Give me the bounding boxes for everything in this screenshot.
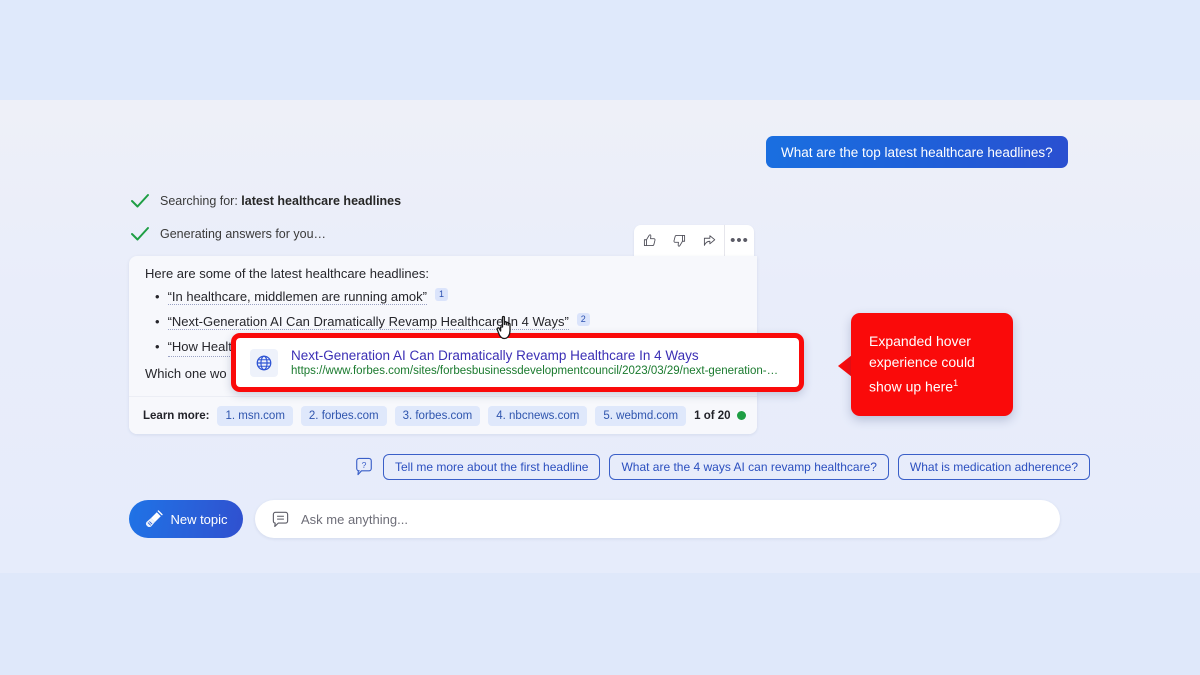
bullet-marker-icon: •	[155, 314, 160, 329]
callout-footnote: 1	[953, 378, 959, 389]
answer-bullet-wrap: “In healthcare, middlemen are running am…	[167, 287, 448, 306]
background-band-top	[0, 0, 1200, 100]
hand-cursor-icon	[496, 315, 511, 340]
suggestion-chip[interactable]: What is medication adherence?	[897, 454, 1090, 480]
more-dots-icon: •••	[730, 231, 749, 249]
answer-intro-text: Here are some of the latest healthcare h…	[145, 266, 430, 281]
chat-bubble-icon	[272, 511, 289, 527]
link-preview-url: https://www.forbes.com/sites/forbesbusin…	[291, 365, 779, 377]
learn-more-label: Learn more:	[143, 409, 210, 422]
link-preview-title[interactable]: Next-Generation AI Can Dramatically Reva…	[291, 348, 778, 363]
new-topic-label: New topic	[170, 511, 228, 527]
user-message-text: What are the top latest healthcare headl…	[781, 144, 1053, 160]
status-generating-text: Generating answers for you…	[160, 227, 327, 241]
bullet-marker-icon: •	[155, 289, 160, 304]
source-chip[interactable]: 4. nbcnews.com	[488, 405, 588, 426]
chat-screenshot: What are the top latest healthcare headl…	[0, 0, 1200, 675]
thumbs-up-icon	[643, 234, 655, 247]
thumbs-up-button[interactable]	[634, 225, 664, 256]
broom-icon	[146, 509, 164, 527]
answer-bullet: • “Next-Generation AI Can Dramatically R…	[155, 312, 741, 331]
more-options-button[interactable]: •••	[724, 225, 754, 256]
suggestion-chip[interactable]: Tell me more about the first headline	[383, 454, 601, 480]
thumbs-down-button[interactable]	[664, 225, 694, 256]
globe-icon	[250, 348, 278, 377]
page-counter: 1 of 20	[694, 409, 746, 422]
callout-tail	[838, 355, 852, 377]
status-generating: Generating answers for you…	[130, 226, 326, 242]
link-hover-preview[interactable]: Next-Generation AI Can Dramatically Reva…	[231, 333, 804, 392]
source-chip[interactable]: 5. webmd.com	[595, 405, 687, 426]
question-mark-icon[interactable]: ?	[354, 457, 374, 477]
source-chip[interactable]: 2. forbes.com	[300, 405, 387, 426]
status-searching-text: Searching for: latest healthcare headlin…	[160, 194, 401, 208]
citation-badge[interactable]: 2	[576, 313, 590, 326]
source-chip[interactable]: 3. forbes.com	[394, 405, 481, 426]
answer-headline-link[interactable]: “How Healt	[167, 337, 232, 357]
learn-more-bar: Learn more: 1. msn.com 2. forbes.com 3. …	[129, 396, 757, 434]
source-chip[interactable]: 1. msn.com	[217, 405, 293, 426]
citation-badge[interactable]: 1	[434, 288, 448, 301]
callout-line-3: show up here	[869, 378, 954, 395]
share-icon	[703, 235, 715, 246]
callout-line-2: experience could	[869, 354, 975, 371]
thumbs-down-icon	[673, 234, 685, 247]
ask-me-anything-input[interactable]	[301, 511, 1044, 527]
check-icon	[131, 194, 149, 208]
annotation-callout-text: Expanded hover experience could show up …	[869, 331, 975, 398]
answer-bullet: • “In healthcare, middlemen are running …	[155, 287, 741, 306]
callout-line-1: Expanded hover	[869, 333, 971, 350]
suggestion-chip-row: ? Tell me more about the first headline …	[354, 454, 1090, 480]
share-button[interactable]	[694, 225, 724, 256]
new-topic-button[interactable]: New topic	[129, 500, 243, 538]
annotation-callout: Expanded hover experience could show up …	[851, 313, 1013, 416]
status-searching: Searching for: latest healthcare headlin…	[130, 193, 401, 209]
answer-action-toolbar: •••	[634, 225, 754, 256]
status-search-prefix: Searching for:	[160, 194, 242, 208]
background-band-bottom	[0, 573, 1200, 675]
bullet-marker-icon: •	[155, 339, 160, 354]
svg-text:?: ?	[362, 460, 367, 470]
suggestion-chip[interactable]: What are the 4 ways AI can revamp health…	[609, 454, 889, 480]
answer-bullet-wrap: “Next-Generation AI Can Dramatically Rev…	[167, 312, 590, 331]
status-search-query: latest healthcare headlines	[241, 194, 402, 208]
globe-icon-glyph	[256, 355, 272, 370]
check-icon	[131, 227, 149, 241]
answer-headline-link[interactable]: “In healthcare, middlemen are running am…	[167, 289, 427, 305]
link-preview-texts: Next-Generation AI Can Dramatically Reva…	[291, 348, 778, 377]
user-message-bubble: What are the top latest healthcare headl…	[766, 136, 1068, 168]
page-counter-text: 1 of 20	[694, 409, 731, 422]
composer-bar[interactable]	[255, 500, 1060, 538]
status-dot-icon	[736, 411, 746, 420]
